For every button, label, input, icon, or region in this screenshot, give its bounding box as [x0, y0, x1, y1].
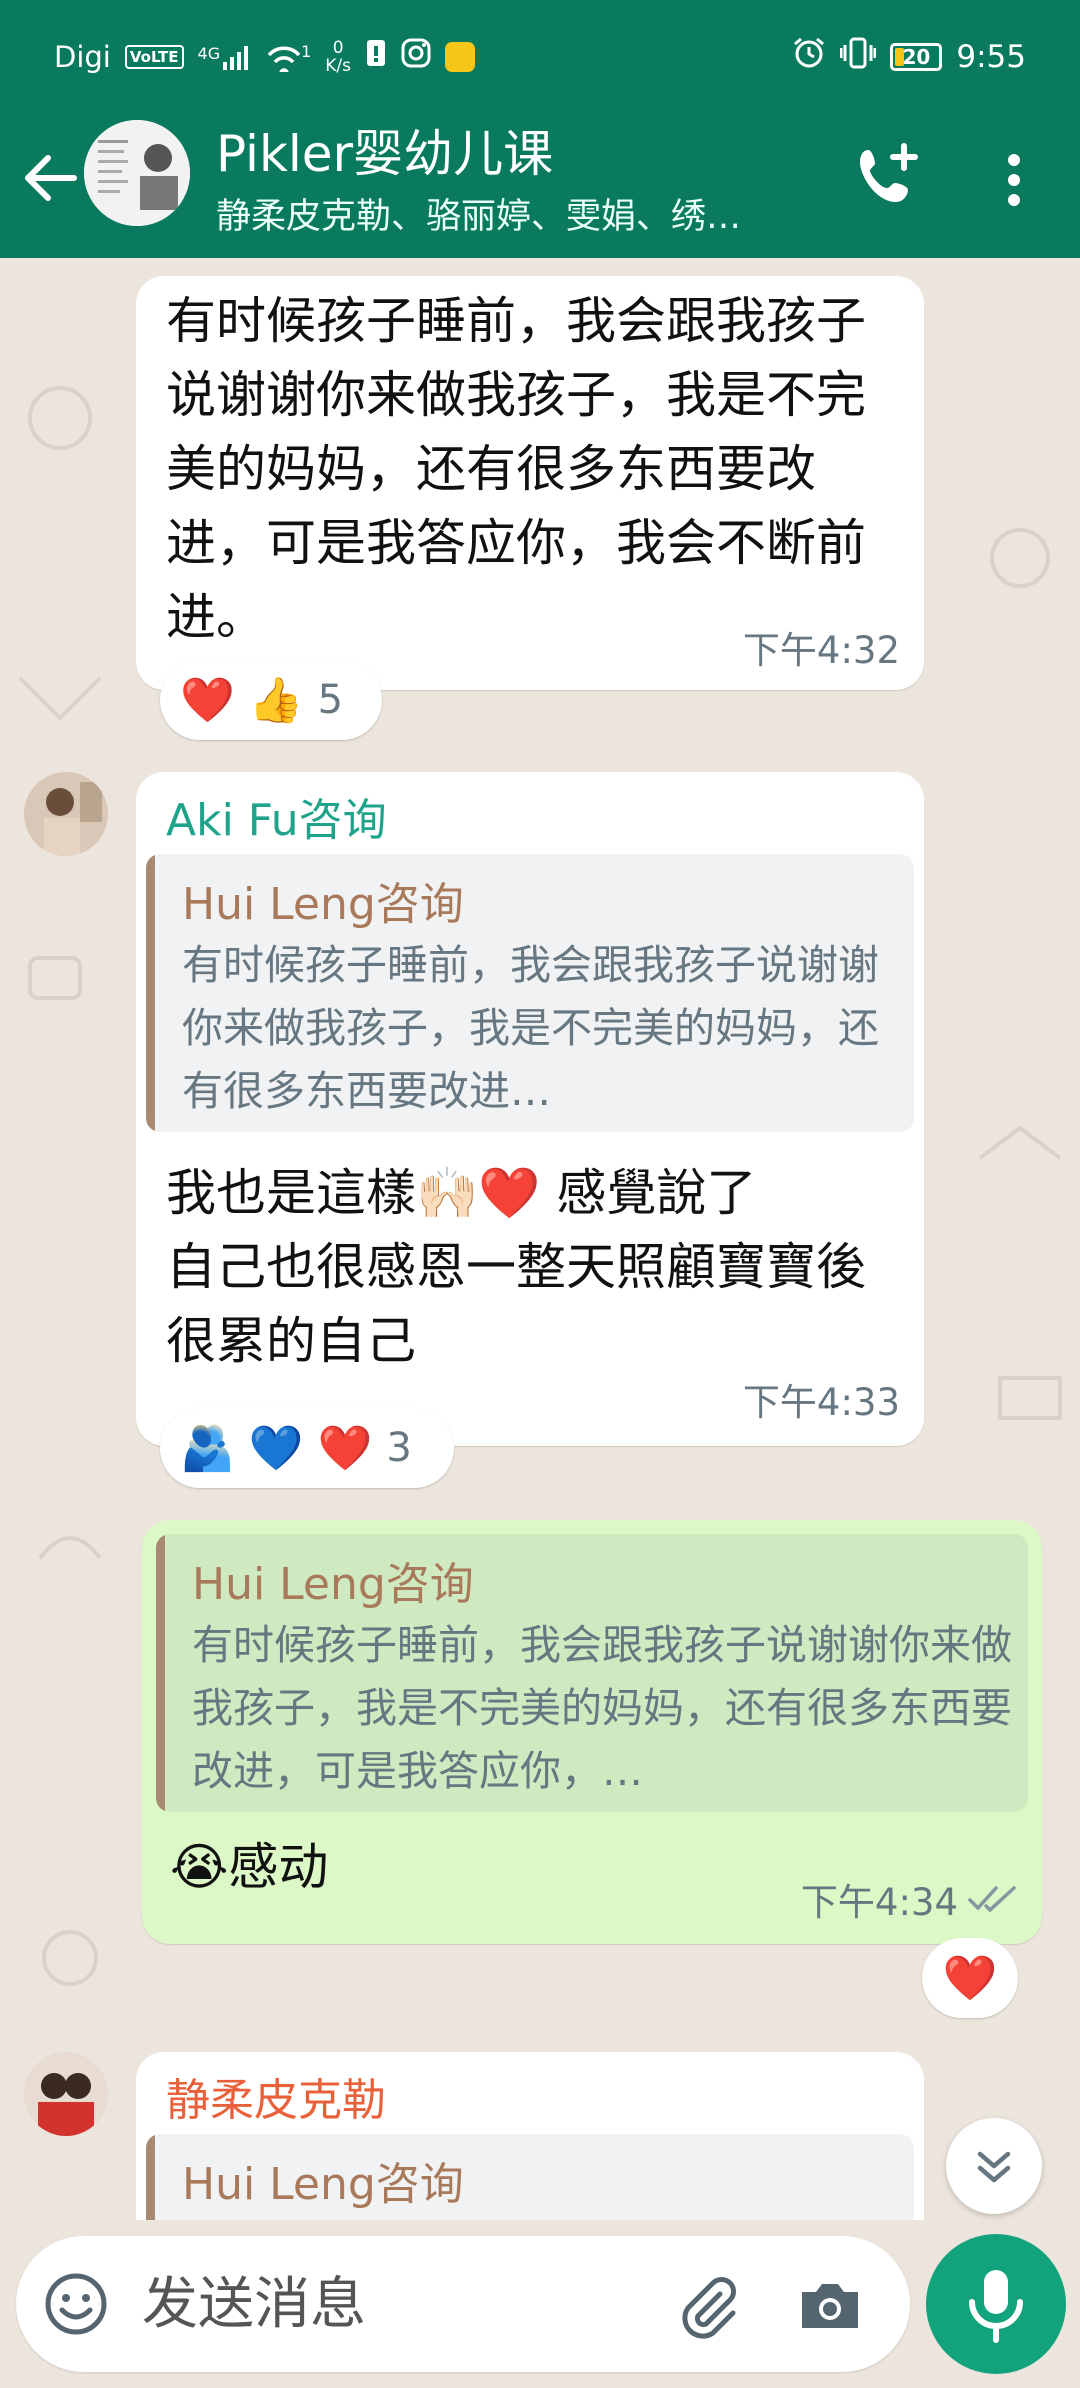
more-options-button[interactable] — [990, 142, 1038, 218]
scroll-to-bottom-button[interactable] — [946, 2118, 1042, 2214]
message-time-text: 下午4:34 — [800, 1881, 958, 1924]
quoted-message[interactable]: Hui Leng咨询 有时候孩子睡前，我会跟我孩子说谢谢你来做我孩子，我是不完美… — [156, 1534, 1028, 1812]
camera-icon — [802, 2284, 858, 2328]
group-avatar[interactable] — [84, 120, 190, 226]
clock: 9:55 — [956, 38, 1026, 75]
quote-sender: Hui Leng咨询 — [182, 2159, 464, 2210]
paperclip-icon — [682, 2277, 736, 2339]
reactions-pill[interactable]: 🫂 💙 ❤️ 3 — [160, 1408, 454, 1488]
message-bubble[interactable]: 静柔皮克勒 Hui Leng咨询 — [136, 2052, 924, 2220]
message-text: 😭感动 — [170, 1838, 329, 1896]
network-type: 4G — [197, 43, 221, 63]
emoji-icon — [45, 2273, 107, 2335]
alarm-icon — [792, 36, 826, 77]
sim-notification-icon — [365, 38, 387, 75]
quote-sender: Hui Leng咨询 — [192, 1559, 474, 1610]
message-bubble[interactable]: 有时候孩子睡前，我会跟我孩子说谢谢你来做我孩子，我是不完美的妈妈，还有很多东西要… — [136, 276, 924, 690]
speed-unit: K/s — [325, 55, 352, 76]
battery-level: 20 — [902, 44, 931, 69]
avatar[interactable] — [24, 2052, 108, 2136]
message-text-line: 我也是這樣🙌🏻❤️ 感覺說了 — [166, 1164, 757, 1222]
hotspot-count: 1 — [301, 41, 312, 61]
back-arrow-icon — [25, 155, 77, 201]
instagram-icon — [401, 38, 431, 75]
message-text: 有时候孩子睡前，我会跟我孩子说谢谢你来做我孩子，我是不完美的妈妈，还有很多东西要… — [166, 292, 866, 646]
message-time: 下午4:32 — [742, 629, 900, 672]
battery-indicator: 20 — [890, 42, 943, 71]
kebab-menu-icon — [1008, 154, 1020, 206]
chat-area[interactable]: 有时候孩子睡前，我会跟我孩子说谢谢你来做我孩子，我是不完美的妈妈，还有很多东西要… — [0, 258, 1080, 2220]
attach-button[interactable] — [672, 2270, 744, 2342]
speed-value: 0 — [332, 37, 344, 58]
reaction-count: 3 — [386, 1425, 412, 1471]
sender-name[interactable]: 静柔皮克勒 — [166, 2064, 386, 2128]
signal-icon: 4G — [198, 44, 254, 70]
back-button[interactable] — [18, 146, 82, 210]
emoji-button[interactable] — [40, 2268, 112, 2340]
quote-bar — [146, 854, 155, 1132]
quoted-message[interactable]: Hui Leng咨询 — [146, 2134, 914, 2220]
message-input[interactable] — [142, 2264, 662, 2344]
reaction-emojis: ❤️ 👍 — [180, 675, 304, 726]
microphone-icon — [969, 2270, 1023, 2343]
phone-plus-icon — [860, 143, 918, 202]
reaction-emojis: 🫂 💙 ❤️ — [180, 1423, 373, 1474]
quote-text: 有时候孩子睡前，我会跟我孩子说谢谢你来做我孩子，我是不完美的妈妈，还有很多东西要… — [192, 1621, 1012, 1795]
volte-badge: VoLTE — [124, 44, 184, 69]
reactions-pill[interactable]: ❤️ — [922, 1938, 1018, 2018]
double-chevron-down-icon — [977, 2151, 1011, 2183]
camera-button[interactable] — [794, 2270, 866, 2342]
reaction-emojis: ❤️ — [942, 1953, 998, 2004]
sender-name[interactable]: Aki Fu咨询 — [166, 784, 387, 848]
message-time: 下午4:34 — [801, 1872, 1018, 1926]
quote-bar — [156, 1534, 165, 1812]
group-members[interactable]: 静柔皮克勒、骆丽婷、雯娟、绣… — [216, 188, 796, 239]
top-bar: Digi VoLTE 4G 1 0 K/s 20 9:55 Pikler婴幼儿课… — [0, 0, 1080, 258]
quote-sender: Hui Leng咨询 — [182, 879, 464, 930]
quoted-message[interactable]: Hui Leng咨询 有时候孩子睡前，我会跟我孩子说谢谢你来做我孩子，我是不完美… — [146, 854, 914, 1132]
vibrate-icon — [839, 37, 877, 76]
message-time: 下午4:33 — [742, 1381, 900, 1424]
add-call-button[interactable] — [850, 140, 926, 216]
chat-header: Pikler婴幼儿课 静柔皮克勒、骆丽婷、雯娟、绣… — [0, 110, 1080, 258]
carrier-label: Digi — [54, 39, 111, 74]
reaction-count: 5 — [317, 677, 344, 723]
message-text-line: 自己也很感恩一整天照顧寶寶後很累的自己 — [166, 1238, 866, 1370]
hotspot-icon: 1 — [267, 42, 311, 72]
read-ticks-icon — [968, 1886, 1016, 1913]
quote-text: 有时候孩子睡前，我会跟我孩子说谢谢你来做我孩子，我是不完美的妈妈，还有很多东西要… — [182, 941, 879, 1115]
reactions-pill[interactable]: ❤️ 👍 5 — [160, 660, 382, 740]
net-speed: 0 K/s — [325, 39, 351, 75]
message-composer — [16, 2236, 910, 2372]
voice-message-button[interactable] — [926, 2234, 1066, 2374]
notes-app-icon — [445, 41, 476, 72]
message-text: 我也是這樣🙌🏻❤️ 感覺說了 自己也很感恩一整天照顧寶寶後很累的自己 — [166, 1156, 896, 1378]
status-bar: Digi VoLTE 4G 1 0 K/s 20 9:55 — [0, 22, 1080, 92]
avatar[interactable] — [24, 772, 108, 856]
group-title[interactable]: Pikler婴幼儿课 — [216, 114, 553, 186]
message-bubble-outgoing[interactable]: Hui Leng咨询 有时候孩子睡前，我会跟我孩子说谢谢你来做我孩子，我是不完美… — [142, 1520, 1042, 1944]
quote-bar — [146, 2134, 155, 2220]
message-bubble[interactable]: Aki Fu咨询 Hui Leng咨询 有时候孩子睡前，我会跟我孩子说谢谢你来做… — [136, 772, 924, 1446]
